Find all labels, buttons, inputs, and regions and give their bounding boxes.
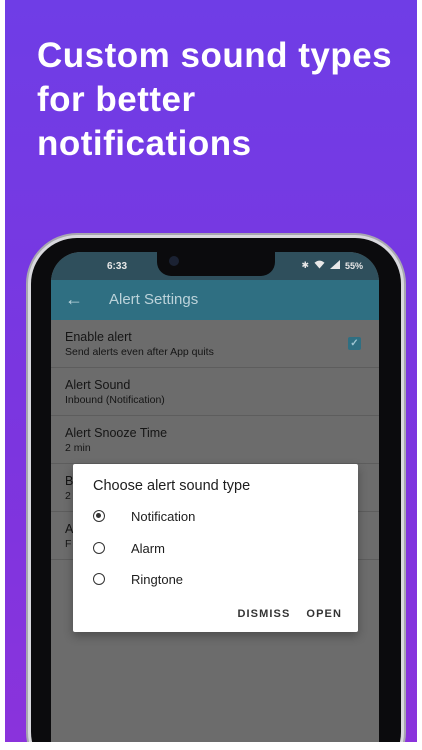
dialog-actions: DISMISS OPEN — [237, 608, 342, 620]
promo-headline: Custom sound types for better notificati… — [37, 36, 393, 163]
dismiss-button[interactable]: DISMISS — [237, 608, 290, 620]
battery-level: 55% — [344, 260, 363, 271]
radio-unselected-icon[interactable] — [93, 542, 105, 554]
settings-item-title: Alert Snooze Time — [65, 426, 168, 440]
phone-volume-down-button — [26, 400, 30, 440]
option-label: Alarm — [131, 540, 165, 556]
settings-item-subtitle: 2 — [65, 490, 71, 502]
status-icons: ✱ 55% — [301, 260, 363, 271]
option-label: Ringtone — [131, 571, 184, 587]
signal-icon — [329, 260, 340, 271]
settings-item-enable-alert[interactable]: Enable alert Send alerts even after App … — [51, 320, 379, 368]
option-label: Notification — [131, 508, 196, 524]
settings-item-snooze-time[interactable]: Alert Snooze Time 2 min — [51, 416, 379, 464]
option-ringtone[interactable]: Ringtone — [93, 567, 183, 591]
settings-item-subtitle: 2 min — [65, 442, 91, 454]
settings-item-alert-sound[interactable]: Alert Sound Inbound (Notification) — [51, 368, 379, 416]
open-button[interactable]: OPEN — [306, 608, 342, 620]
phone-volume-up-button — [26, 354, 30, 394]
settings-item-subtitle: F — [65, 538, 72, 550]
bluetooth-icon: ✱ — [301, 260, 309, 270]
option-alarm[interactable]: Alarm — [93, 536, 165, 560]
option-notification[interactable]: Notification — [93, 504, 195, 528]
enable-alert-checkbox[interactable]: ✓ — [348, 337, 361, 350]
radio-unselected-icon[interactable] — [93, 573, 105, 585]
sound-type-dialog: Choose alert sound type Notification Ala… — [73, 464, 358, 632]
promo-background: Custom sound types for better notificati… — [5, 0, 417, 742]
app-bar-title: Alert Settings — [109, 291, 199, 308]
radio-selected-icon[interactable] — [93, 510, 105, 522]
app-bar: ← Alert Settings — [51, 280, 379, 320]
wifi-icon — [314, 260, 325, 271]
camera-icon — [169, 256, 179, 266]
settings-item-title: Alert Sound — [65, 378, 131, 392]
status-time: 6:33 — [107, 261, 128, 272]
phone-notch — [157, 252, 275, 276]
settings-item-title: Enable alert — [65, 330, 132, 344]
dialog-title: Choose alert sound type — [93, 478, 251, 494]
settings-item-subtitle: Send alerts even after App quits — [65, 346, 214, 358]
arrow-back-icon[interactable]: ← — [65, 289, 83, 310]
settings-item-subtitle: Inbound (Notification) — [65, 394, 165, 406]
